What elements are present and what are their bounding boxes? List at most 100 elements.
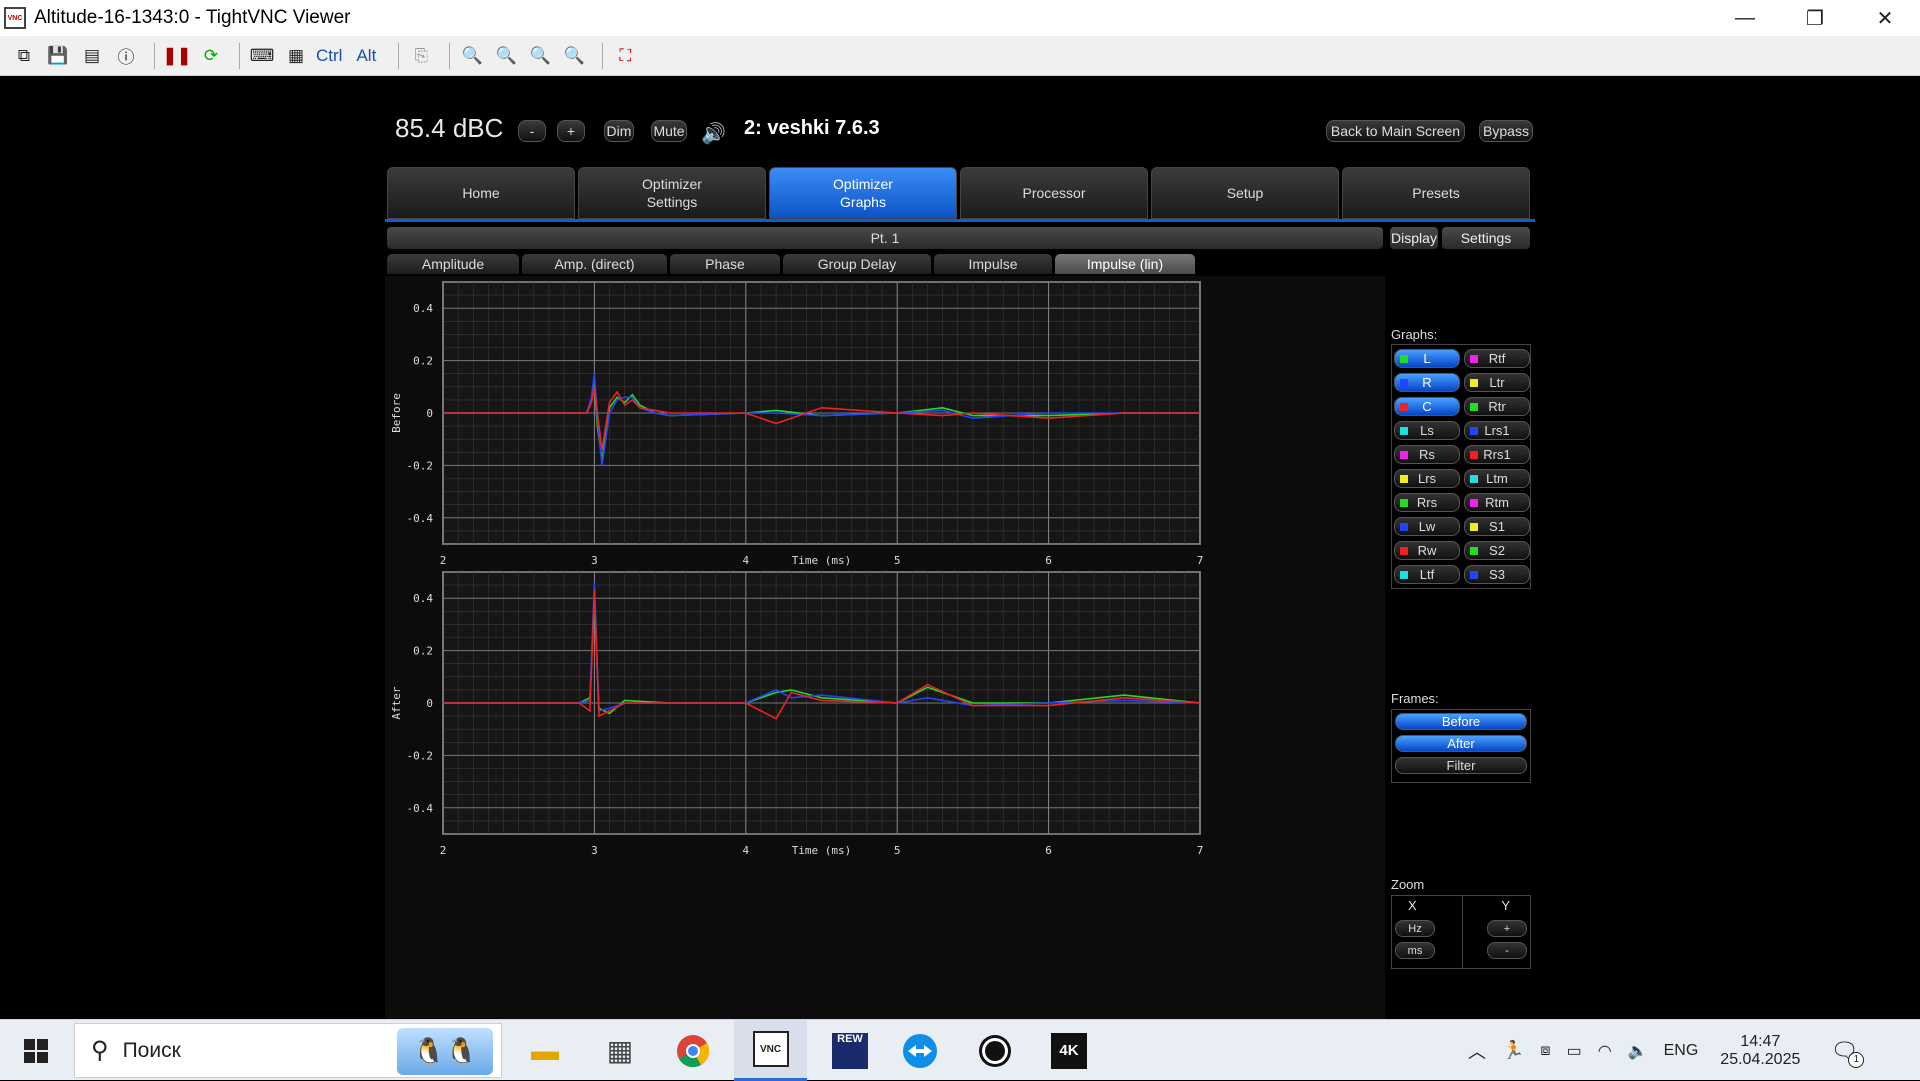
zoom-hz-button[interactable]: Hz (1395, 920, 1435, 937)
nav-tab-home[interactable]: Home (387, 167, 575, 219)
options-icon[interactable]: ▤ (78, 42, 106, 70)
graph-tab-impulse[interactable]: Impulse (934, 254, 1052, 274)
graph-tab-group-delay[interactable]: Group Delay (783, 254, 931, 274)
channel-toggle-ltm[interactable]: Ltm (1464, 469, 1530, 488)
rew-icon[interactable]: REW (825, 1020, 875, 1081)
mute-button[interactable]: Mute (651, 120, 687, 142)
channel-toggle-s3[interactable]: S3 (1464, 565, 1530, 584)
minimize-button[interactable]: — (1710, 0, 1780, 36)
graph-tab-amp-direct[interactable]: Amp. (direct) (522, 254, 667, 274)
pause-icon[interactable]: ❚❚ (163, 42, 192, 70)
zoom-y-minus-button[interactable]: - (1487, 942, 1527, 959)
channel-toggle-lrs[interactable]: Lrs (1394, 469, 1460, 488)
whatsapp-icon[interactable] (970, 1020, 1020, 1081)
win-key-icon[interactable]: ▦ (282, 42, 310, 70)
nav-tab-setup[interactable]: Setup (1151, 167, 1339, 219)
impulse-plots: 2 3 4 5 6 7 0.4 0.2 0 -0.2 -0.4 Time (ms) Before 2 3 4 5… (390, 281, 1204, 857)
close-button[interactable]: ✕ (1850, 0, 1920, 36)
channel-toggle-r[interactable]: R (1394, 373, 1460, 392)
back-to-main-button[interactable]: Back to Main Screen (1326, 120, 1465, 142)
fullscreen-icon[interactable]: ⛶ (611, 42, 639, 70)
new-connection-icon[interactable]: ⧉ (10, 42, 38, 70)
graph-tab-phase[interactable]: Phase (670, 254, 780, 274)
ctrl-key-button[interactable]: Ctrl (316, 46, 342, 66)
graph-tab-amplitude[interactable]: Amplitude (387, 254, 519, 274)
frames-box: Before After Filter (1391, 709, 1531, 783)
dim-button[interactable]: Dim (604, 120, 634, 142)
channel-toggle-ltf[interactable]: Ltf (1394, 565, 1460, 584)
nav-tab-optimizer-settings[interactable]: Optimizer Settings (578, 167, 766, 219)
alt-key-button[interactable]: Alt (356, 46, 376, 66)
channel-label: Rtf (1488, 351, 1506, 366)
nav-tab-processor[interactable]: Processor (960, 167, 1148, 219)
frame-toggle-after[interactable]: After (1395, 735, 1527, 752)
calculator-icon[interactable]: ▦ (595, 1020, 645, 1081)
nav-tab-presets[interactable]: Presets (1342, 167, 1530, 219)
battery-icon[interactable]: ▭ (1567, 1041, 1582, 1061)
zoom-fit-icon[interactable]: 🔍 (560, 42, 588, 70)
zoom-100-icon[interactable]: 🔍 (526, 42, 554, 70)
clock[interactable]: 14:47 25.04.2025 (1720, 1033, 1800, 1069)
language-indicator[interactable]: ENG (1664, 1042, 1699, 1060)
save-icon[interactable]: 💾 (44, 42, 72, 70)
channel-toggle-rrs[interactable]: Rrs (1394, 493, 1460, 512)
channel-toggle-c[interactable]: C (1394, 397, 1460, 416)
activity-icon[interactable]: 🏃 (1502, 1040, 1524, 1061)
volume-icon[interactable]: 🔈 (1628, 1041, 1648, 1061)
channel-toggle-s2[interactable]: S2 (1464, 541, 1530, 560)
x-tick-label: 7 (1197, 554, 1204, 567)
volume-down-button[interactable]: - (518, 120, 546, 142)
wifi-icon[interactable]: ◠ (1598, 1041, 1612, 1061)
taskbar-search[interactable]: ⚲ Поиск 🐧🐧 (74, 1023, 502, 1078)
channel-toggle-ltr[interactable]: Ltr (1464, 373, 1530, 392)
plot-panel-after: 2 3 4 5 6 7 0.4 0.2 0 -0.2 -0.4 Time (ms) After (390, 571, 1203, 857)
bypass-button[interactable]: Bypass (1479, 120, 1533, 142)
webcam-icon[interactable]: ⧈ (1540, 1042, 1550, 1060)
x-tick-label: 5 (894, 554, 901, 567)
channel-toggle-lrs1[interactable]: Lrs1 (1464, 421, 1530, 440)
speaker-icon[interactable]: 🔊 (701, 121, 726, 146)
notifications-icon[interactable]: 🗨 1 (1830, 1038, 1865, 1068)
channel-toggle-rtf[interactable]: Rtf (1464, 349, 1530, 368)
file-explorer-icon[interactable]: ▬ (520, 1020, 570, 1081)
channel-color-swatch (1400, 355, 1408, 363)
channel-toggle-lw[interactable]: Lw (1394, 517, 1460, 536)
channel-label: L (1423, 351, 1431, 366)
nav-tab-optimizer-graphs[interactable]: Optimizer Graphs (769, 167, 957, 219)
channel-toggle-rs[interactable]: Rs (1394, 445, 1460, 464)
info-icon[interactable]: ⓘ (112, 42, 140, 70)
tightvnc-taskbar-icon[interactable]: VNC (734, 1020, 807, 1081)
channel-toggle-rw[interactable]: Rw (1394, 541, 1460, 560)
x-axis-label: Time (ms) (792, 554, 852, 567)
point-selector[interactable]: Pt. 1 (387, 227, 1383, 249)
clipboard-icon[interactable]: ⎘ (407, 42, 435, 70)
chrome-icon[interactable] (668, 1020, 718, 1081)
channel-toggle-l[interactable]: L (1394, 349, 1460, 368)
channel-toggle-ls[interactable]: Ls (1394, 421, 1460, 440)
display-tab[interactable]: Display (1390, 227, 1438, 249)
vortex-icon[interactable]: 4K (1044, 1020, 1094, 1081)
zoom-in-icon[interactable]: 🔍 (458, 42, 486, 70)
graph-tab-impulse-lin[interactable]: Impulse (lin) (1055, 254, 1195, 274)
zoom-ms-button[interactable]: ms (1395, 942, 1435, 959)
channel-toggle-rrs1[interactable]: Rrs1 (1464, 445, 1530, 464)
zoom-y-plus-button[interactable]: + (1487, 920, 1527, 937)
chevron-up-icon[interactable]: ︿ (1468, 1038, 1486, 1064)
teamviewer-icon[interactable] (895, 1020, 945, 1081)
refresh-icon[interactable]: ⟳ (197, 42, 225, 70)
channel-toggle-rtm[interactable]: Rtm (1464, 493, 1530, 512)
remote-desktop: 85.4 dBC - + Dim Mute 🔊 2: veshki 7.6.3 … (0, 77, 1920, 1022)
ctrl-alt-del-icon[interactable]: ⌨ (248, 42, 276, 70)
settings-tab[interactable]: Settings (1442, 227, 1530, 249)
channel-toggle-s1[interactable]: S1 (1464, 517, 1530, 536)
chrome-logo (677, 1034, 710, 1067)
channel-toggle-rtr[interactable]: Rtr (1464, 397, 1530, 416)
frame-toggle-filter[interactable]: Filter (1395, 757, 1527, 774)
start-button[interactable] (16, 1020, 56, 1081)
volume-up-button[interactable]: + (557, 120, 585, 142)
frame-toggle-before[interactable]: Before (1395, 713, 1527, 730)
zoom-out-icon[interactable]: 🔍 (492, 42, 520, 70)
channel-grid: L Rtf R Ltr C Rtr Ls Lrs1 Rs Rrs1 Lrs Ltm Rrs Rtm Lw S1… (1391, 344, 1531, 589)
restore-button[interactable]: ❐ (1780, 0, 1850, 36)
preset-name: 2: veshki 7.6.3 (744, 117, 880, 139)
